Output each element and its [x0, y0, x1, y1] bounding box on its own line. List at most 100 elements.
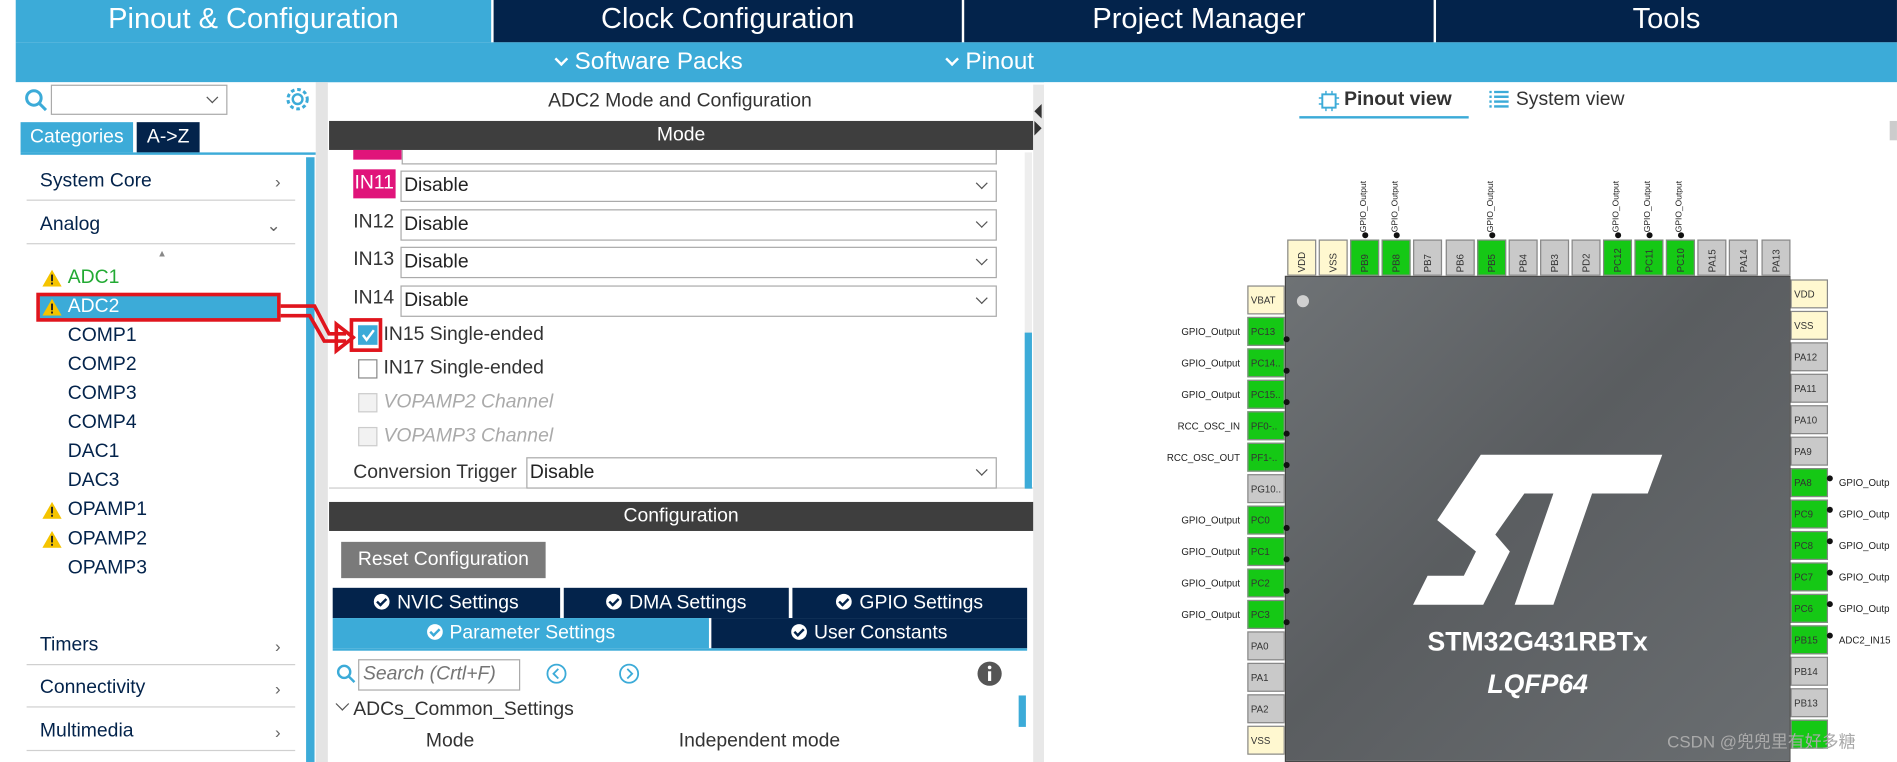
pinout-scrollbar[interactable] [1889, 120, 1897, 141]
categories-scrollbar[interactable] [306, 157, 315, 762]
analog-item-comp3[interactable]: COMP3 [68, 381, 137, 408]
analog-item-comp2[interactable]: COMP2 [68, 352, 137, 379]
pin-pc1[interactable]: PC1 [1247, 537, 1285, 567]
category-search-combobox[interactable] [50, 84, 228, 115]
tab-categories[interactable]: Categories [20, 122, 134, 153]
pin-pd2[interactable]: PD2 [1571, 239, 1601, 276]
pin-pf1-..[interactable]: PF1-.. [1247, 442, 1285, 472]
pin-vdd[interactable]: VDD [1790, 279, 1829, 309]
tab-parameter-settings[interactable]: Parameter Settings [332, 618, 709, 649]
next-icon[interactable] [618, 663, 640, 685]
sort-icon[interactable]: ▲ [157, 248, 167, 259]
category-analog[interactable]: Analog ⌄ [26, 208, 296, 245]
search-icon[interactable] [24, 88, 48, 112]
tab-nvic-settings[interactable]: NVIC Settings [332, 587, 561, 619]
pin-pb13[interactable]: PB13 [1790, 688, 1829, 718]
channel-select-in14[interactable]: Disable [400, 284, 997, 317]
pin-pa9[interactable]: PA9 [1790, 436, 1829, 466]
conversion-trigger-select[interactable]: Disable [526, 457, 997, 489]
software-packs-menu[interactable]: Software Packs [554, 45, 743, 79]
pin-pb8[interactable]: PB8 [1381, 239, 1411, 276]
pin-pc14..[interactable]: PC14.. [1247, 348, 1285, 378]
info-icon[interactable] [976, 660, 1003, 687]
previous-icon[interactable] [546, 663, 568, 685]
tab-user-constants[interactable]: User Constants [711, 618, 1028, 649]
pin-pc0[interactable]: PC0 [1247, 505, 1285, 535]
pin-pa0[interactable]: PA0 [1247, 631, 1285, 661]
pin-pc6[interactable]: PC6 [1790, 593, 1829, 623]
channel-select-in13[interactable]: Disable [400, 246, 997, 279]
pin-pa2[interactable]: PA2 [1247, 694, 1285, 724]
pin-vdd[interactable]: VDD [1287, 239, 1317, 276]
chevron-down-icon[interactable] [335, 697, 350, 711]
tab-tools[interactable]: Tools [1436, 0, 1897, 43]
channel-select-in12[interactable]: Disable [400, 208, 997, 241]
pin-pa10[interactable]: PA10 [1790, 405, 1829, 435]
pin-pa14[interactable]: PA14 [1729, 239, 1759, 276]
pin-vss[interactable]: VSS [1790, 310, 1829, 340]
tab-pinout-configuration[interactable]: Pinout & Configuration [15, 0, 492, 43]
checkbox-in17[interactable] [358, 359, 378, 379]
pin-pb14[interactable]: PB14 [1790, 656, 1829, 686]
pin-pa12[interactable]: PA12 [1790, 342, 1829, 372]
category-multimedia[interactable]: Multimedia › [26, 715, 296, 752]
analog-item-comp1[interactable]: COMP1 [68, 323, 137, 350]
analog-item-opamp3[interactable]: OPAMP3 [68, 555, 147, 582]
pinout-menu[interactable]: Pinout [945, 45, 1034, 79]
channel-select-in11[interactable]: Disable [400, 170, 997, 202]
splitter[interactable] [1033, 84, 1045, 762]
analog-item-dac1[interactable]: DAC1 [68, 439, 120, 466]
pin-pc13[interactable]: PC13 [1247, 316, 1285, 346]
analog-item-dac3[interactable]: DAC3 [68, 468, 120, 495]
reset-configuration-button[interactable]: Reset Configuration [341, 541, 546, 579]
pin-pa15[interactable]: PA15 [1697, 239, 1727, 276]
pin-vss[interactable]: VSS [1247, 725, 1285, 755]
pin-pc12[interactable]: PC12 [1602, 239, 1633, 276]
analog-item-opamp1[interactable]: OPAMP1 [68, 497, 147, 524]
param-mode-value[interactable]: Independent mode [679, 727, 840, 756]
pin-pc10[interactable]: PC10 [1666, 239, 1696, 276]
pin-pc7[interactable]: PC7 [1790, 562, 1829, 592]
pin-pf0-..[interactable]: PF0-.. [1247, 411, 1285, 441]
analog-item-comp4[interactable]: COMP4 [68, 410, 137, 437]
analog-item-adc1[interactable]: ADC1 [68, 265, 120, 292]
config-scrollbar-thumb[interactable] [1018, 695, 1026, 727]
pin-pa1[interactable]: PA1 [1247, 662, 1285, 692]
pin-pb6[interactable]: PB6 [1445, 239, 1475, 276]
pin-pc11[interactable]: PC11 [1634, 239, 1664, 276]
tab-a-z[interactable]: A->Z [136, 122, 200, 153]
category-timers[interactable]: Timers › [26, 629, 296, 666]
pin-pb5[interactable]: PB5 [1476, 239, 1506, 276]
analog-item-opamp2[interactable]: OPAMP2 [68, 526, 147, 553]
pin-pg10..[interactable]: PG10.. [1247, 474, 1285, 504]
pin-pb3[interactable]: PB3 [1539, 239, 1569, 276]
mode-select-partial[interactable] [401, 149, 997, 165]
pin-pc9[interactable]: PC9 [1790, 499, 1829, 529]
pin-pa11[interactable]: PA11 [1790, 373, 1829, 403]
pin-vss[interactable]: VSS [1318, 239, 1348, 276]
category-system-core[interactable]: System Core › [26, 164, 296, 201]
pin-pc2[interactable]: PC2 [1247, 568, 1285, 598]
tab-gpio-settings[interactable]: GPIO Settings [792, 587, 1028, 619]
pin-pc8[interactable]: PC8 [1790, 530, 1829, 560]
pin-pb9[interactable]: PB9 [1350, 239, 1380, 276]
pin-pa13[interactable]: PA13 [1760, 239, 1790, 276]
tree-group-label[interactable]: ADCs_Common_Settings [353, 695, 574, 724]
pin-pb15[interactable]: PB15 [1790, 625, 1829, 655]
category-connectivity[interactable]: Connectivity › [26, 671, 296, 708]
system-view-tab[interactable]: System view [1516, 87, 1625, 114]
tab-project-manager[interactable]: Project Manager [964, 0, 1434, 43]
pin-pb4[interactable]: PB4 [1508, 239, 1538, 276]
pin-pc3[interactable]: PC3 [1247, 599, 1285, 629]
pin-pb7[interactable]: PB7 [1413, 239, 1443, 276]
splitter[interactable] [315, 82, 328, 762]
pin-pa8[interactable]: PA8 [1790, 468, 1829, 498]
collapse-arrows-icon[interactable] [1033, 104, 1044, 136]
pin-pc15..[interactable]: PC15.. [1247, 379, 1285, 409]
mode-scrollbar-thumb[interactable] [1024, 332, 1032, 489]
tab-clock-configuration[interactable]: Clock Configuration [493, 0, 962, 43]
gear-icon[interactable] [284, 86, 311, 113]
parameter-search-input[interactable] [358, 659, 521, 691]
tab-dma-settings[interactable]: DMA Settings [563, 587, 789, 619]
pinout-view-tab[interactable]: Pinout view [1344, 87, 1452, 114]
